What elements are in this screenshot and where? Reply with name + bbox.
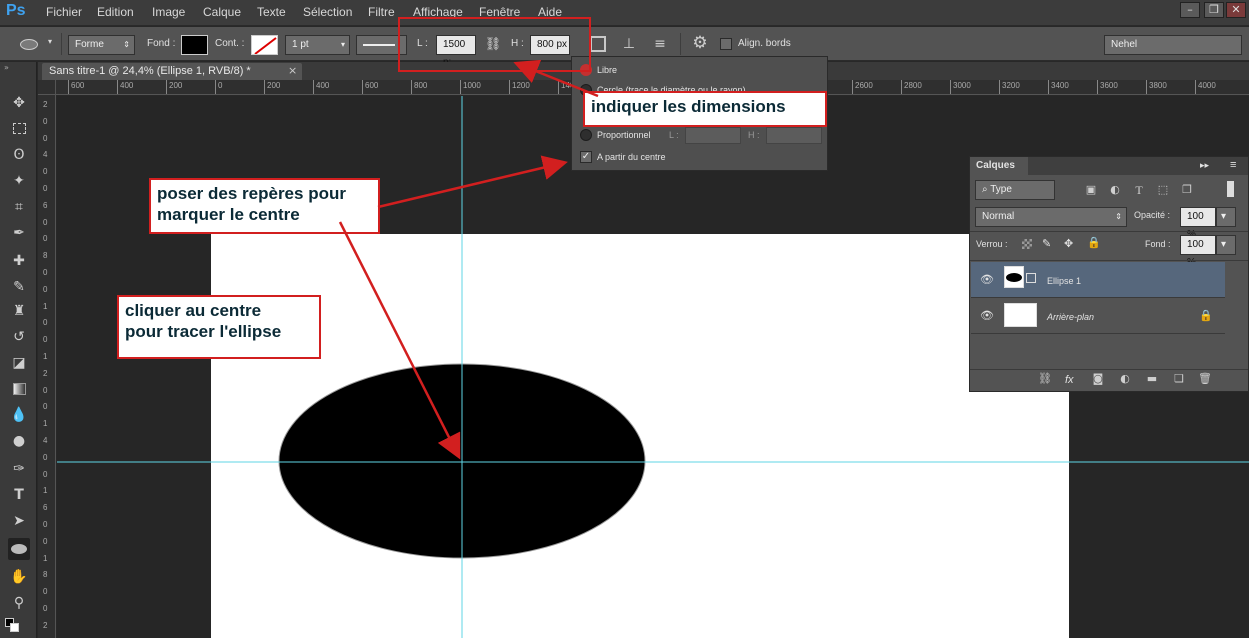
arrow-to-center [338, 221, 461, 460]
arrow-to-from-center [377, 155, 568, 209]
annotation-arrows [338, 59, 599, 460]
arrow-to-dimensions [513, 59, 599, 98]
